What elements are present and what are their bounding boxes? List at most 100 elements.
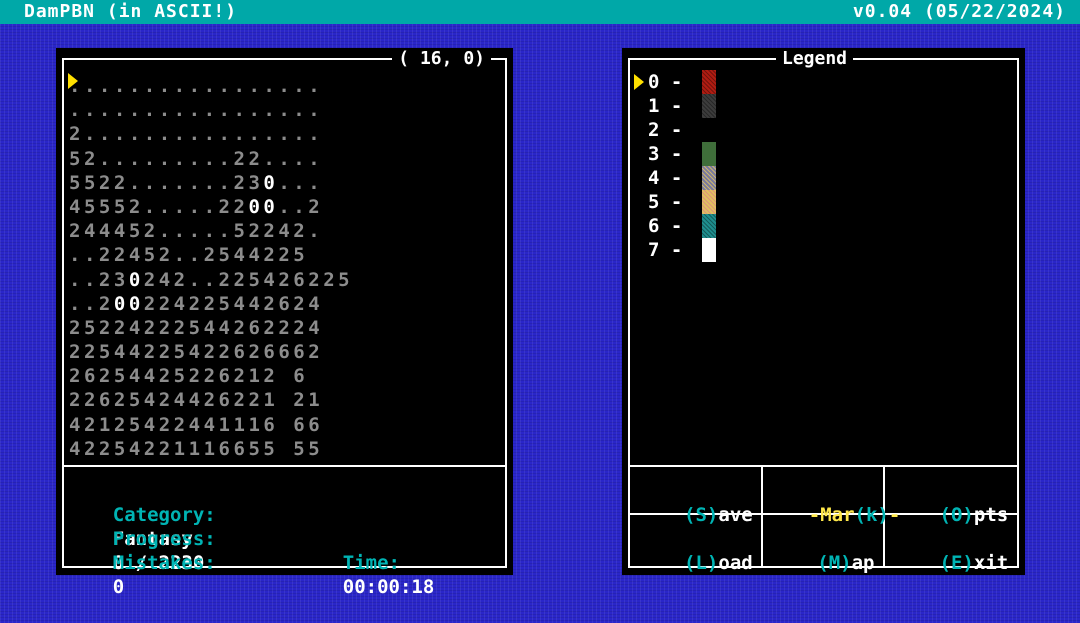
grid-cell[interactable]: 2 [248,220,263,242]
grid-cell[interactable]: . [84,293,99,315]
grid-cell[interactable]: 4 [84,220,99,242]
grid-cell[interactable]: 2 [233,389,248,411]
grid-cell[interactable]: . [219,148,234,170]
grid-cell[interactable]: 2 [278,317,293,339]
grid-cell[interactable]: 2 [204,244,219,266]
grid-cell[interactable]: 2 [308,341,323,363]
grid-cell[interactable]: 2 [114,317,129,339]
grid-cell[interactable]: 2 [263,317,278,339]
grid-cell[interactable]: 4 [129,244,144,266]
grid-cell[interactable]: 2 [233,317,248,339]
grid-cell[interactable]: . [219,220,234,242]
grid-cell[interactable]: 4 [189,389,204,411]
grid-cell[interactable]: . [99,123,114,145]
grid-cell[interactable]: . [204,148,219,170]
grid-cell[interactable]: 4 [114,341,129,363]
grid-cell[interactable]: 6 [248,317,263,339]
grid-cell[interactable]: . [99,99,114,121]
grid-cell[interactable]: 5 [233,220,248,242]
grid-cell[interactable]: 5 [174,365,189,387]
legend-item[interactable]: 0 - [648,70,682,94]
grid-cell[interactable]: 2 [204,293,219,315]
grid-cell[interactable]: 1 [204,438,219,460]
grid-cell[interactable]: 4 [308,317,323,339]
grid-cell[interactable]: . [189,269,204,291]
grid-cell[interactable]: . [204,99,219,121]
grid-cell[interactable]: 4 [144,414,159,436]
grid-cell[interactable]: 5 [263,438,278,460]
grid-cell[interactable]: 5 [84,172,99,194]
grid-cell[interactable]: 6 [293,269,308,291]
grid-cell[interactable]: 2 [263,244,278,266]
grid-cell[interactable]: 5 [308,438,323,460]
grid-cell[interactable]: . [144,99,159,121]
grid-cell[interactable]: 6 [233,341,248,363]
grid-cell[interactable]: . [204,123,219,145]
grid-cell[interactable]: 1 [248,365,263,387]
grid-cell[interactable]: . [308,123,323,145]
grid-cell[interactable]: 2 [114,414,129,436]
grid-cell[interactable]: 2 [204,341,219,363]
grid-cell[interactable]: . [248,123,263,145]
grid-cell[interactable]: . [189,196,204,218]
grid-cell[interactable]: . [174,123,189,145]
grid-cell[interactable]: . [69,269,84,291]
grid-cell[interactable]: . [263,99,278,121]
grid-cell[interactable]: 2 [84,389,99,411]
grid-cell[interactable]: . [219,172,234,194]
grid-cell[interactable]: . [308,172,323,194]
grid-cell[interactable]: 5 [99,196,114,218]
grid-cell[interactable]: 2 [189,365,204,387]
grid-cell[interactable]: 5 [69,172,84,194]
grid-cell[interactable]: . [99,75,114,97]
grid-cell[interactable]: 1 [174,438,189,460]
grid-cell[interactable]: 4 [174,389,189,411]
grid-cell[interactable]: . [204,269,219,291]
grid-cell[interactable]: 2 [189,293,204,315]
grid-cell[interactable]: . [159,99,174,121]
grid-cell[interactable]: 5 [174,341,189,363]
grid-cell[interactable]: 4 [248,293,263,315]
grid-cell[interactable]: 6 [293,365,308,387]
grid-cell[interactable]: . [263,148,278,170]
grid-cell[interactable]: 2 [69,365,84,387]
grid-cell[interactable]: . [278,196,293,218]
grid-cell[interactable]: . [219,123,234,145]
grid-cell[interactable]: 2 [99,317,114,339]
grid-cell[interactable]: . [219,99,234,121]
grid-cell[interactable]: . [189,75,204,97]
grid-cell[interactable]: . [174,75,189,97]
grid-row[interactable]: ..22452..2544225 [69,243,353,267]
grid-cell[interactable]: . [204,75,219,97]
grid-cell[interactable]: 5 [293,244,308,266]
grid-cell[interactable]: 1 [189,438,204,460]
grid-cell[interactable]: 2 [233,172,248,194]
grid-row[interactable]: ..230242..225426225 [69,268,353,292]
grid-row[interactable]: 45552.....2200..2 [69,195,353,219]
grid-cell[interactable]: 2 [99,293,114,315]
grid-cell[interactable]: . [248,75,263,97]
grid-cell[interactable]: 2 [129,196,144,218]
legend-item[interactable]: 6 - [648,214,682,238]
grid-row[interactable]: ................. [69,74,353,98]
grid-cell[interactable]: 2 [159,341,174,363]
grid-cell[interactable]: . [174,220,189,242]
grid-cell[interactable]: 2 [293,317,308,339]
grid-cell[interactable]: . [129,172,144,194]
map-button[interactable]: (M)ap [763,527,883,599]
grid-cell[interactable]: . [189,123,204,145]
grid-cell[interactable]: . [204,172,219,194]
grid-cell[interactable]: 5 [129,389,144,411]
grid-cell[interactable] [278,414,293,436]
grid-cell[interactable]: 5 [84,317,99,339]
grid-cell[interactable]: . [114,123,129,145]
grid-cell[interactable]: 5 [84,196,99,218]
grid-cell[interactable]: 2 [159,244,174,266]
grid-cell[interactable]: 2 [263,365,278,387]
grid-cell[interactable]: 1 [99,414,114,436]
grid-cell[interactable]: 1 [233,414,248,436]
grid-cell[interactable]: 5 [219,293,234,315]
grid-cell[interactable]: . [159,220,174,242]
grid-row[interactable]: 5522.......230... [69,171,353,195]
grid-cell[interactable]: 0 [263,172,278,194]
